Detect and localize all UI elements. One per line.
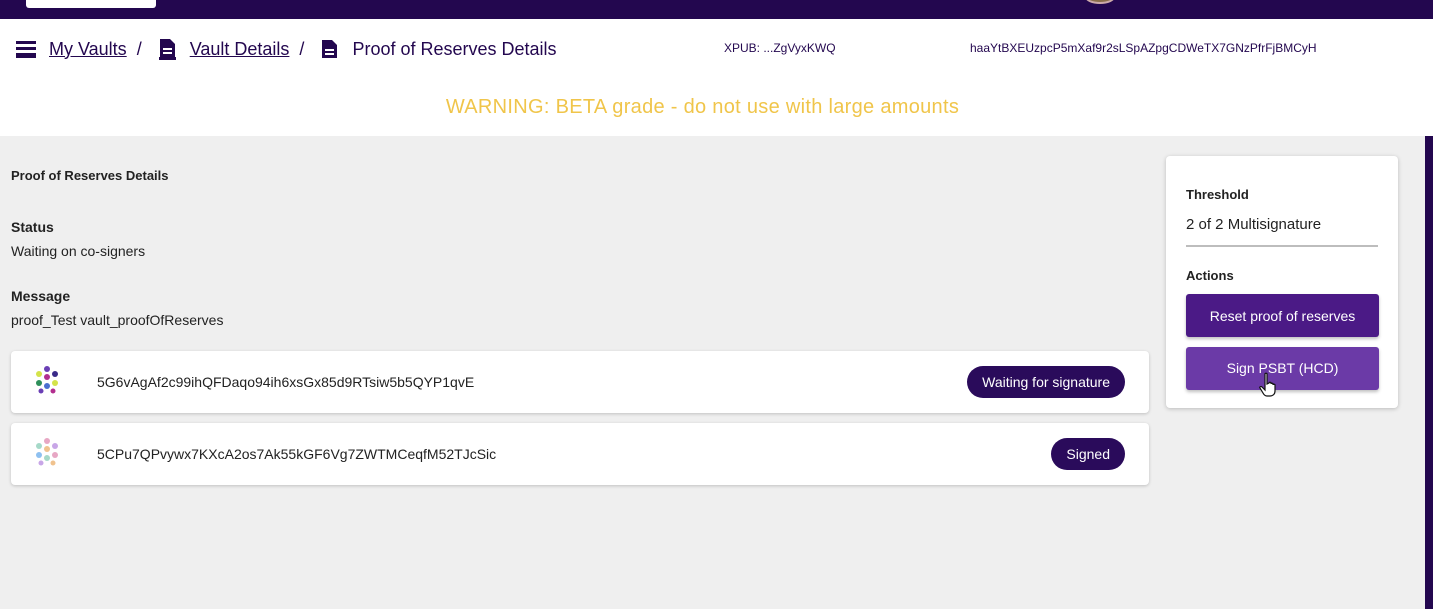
beta-warning: WARNING: BETA grade - do not use with la… bbox=[445, 96, 960, 118]
signer-address: 5CPu7QPvywx7KXcA2os7Ak55kGF6Vg7ZWTMCeqfM… bbox=[97, 446, 497, 462]
signer-row: 5CPu7QPvywx7KXcA2os7Ak55kGF6Vg7ZWTMCeqfM… bbox=[11, 423, 1149, 485]
breadcrumb-proof-details: Proof of Reserves Details bbox=[318, 38, 557, 60]
section-title: Proof of Reserves Details bbox=[11, 168, 169, 183]
threshold-actions-card: Threshold 2 of 2 Multisignature Actions … bbox=[1166, 156, 1398, 408]
status-badge: Signed bbox=[1051, 438, 1125, 470]
document-icon bbox=[318, 38, 340, 60]
reset-proof-button[interactable]: Reset proof of reserves bbox=[1186, 294, 1379, 337]
divider bbox=[1186, 245, 1378, 247]
status-badge: Waiting for signature bbox=[967, 366, 1125, 398]
message-value: proof_Test vault_proofOfReserves bbox=[11, 312, 224, 328]
message-label: Message bbox=[11, 288, 71, 304]
status-label: Status bbox=[11, 219, 54, 235]
breadcrumb-my-vaults: My Vaults / bbox=[15, 38, 156, 60]
app-logo[interactable] bbox=[26, 0, 156, 8]
hand-pointer-icon bbox=[1259, 372, 1276, 397]
breadcrumb-separator: / bbox=[299, 38, 305, 59]
current-page-label: Proof of Reserves Details bbox=[352, 38, 557, 59]
top-app-bar bbox=[0, 0, 1433, 19]
actions-label: Actions bbox=[1186, 268, 1234, 283]
threshold-label: Threshold bbox=[1186, 187, 1249, 202]
signer-address: 5G6vAgAf2c99ihQFDaqo94ih6xsGx85d9RTsiw5b… bbox=[97, 374, 475, 390]
identicon-icon bbox=[36, 438, 58, 466]
identicon-icon bbox=[36, 366, 58, 394]
signer-row: 5G6vAgAf2c99ihQFDaqo94ih6xsGx85d9RTsiw5b… bbox=[11, 351, 1149, 413]
breadcrumb-vault-details: Vault Details / bbox=[156, 38, 319, 60]
breadcrumb: My Vaults / Vault Details / Proof of Res… bbox=[15, 37, 557, 61]
avatar[interactable] bbox=[1085, 0, 1115, 4]
xpub-full: haaYtBXEUzpcP5mXaf9r2sLSpAZpgCDWeTX7GNzP… bbox=[970, 41, 1317, 55]
my-vaults-link[interactable]: My Vaults bbox=[49, 39, 127, 60]
list-icon bbox=[15, 38, 37, 60]
status-value: Waiting on co-signers bbox=[11, 243, 146, 259]
page-header: My Vaults / Vault Details / Proof of Res… bbox=[0, 19, 1433, 136]
vault-details-link[interactable]: Vault Details bbox=[190, 39, 290, 60]
threshold-value: 2 of 2 Multisignature bbox=[1186, 216, 1322, 233]
xpub-short: XPUB: ...ZgVyxKWQ bbox=[724, 41, 836, 55]
document-icon bbox=[156, 38, 178, 60]
breadcrumb-separator: / bbox=[136, 38, 142, 59]
sign-psbt-button[interactable]: Sign PSBT (HCD) bbox=[1186, 347, 1379, 390]
proof-details-panel: Proof of Reserves Details Status Waiting… bbox=[11, 160, 1151, 485]
